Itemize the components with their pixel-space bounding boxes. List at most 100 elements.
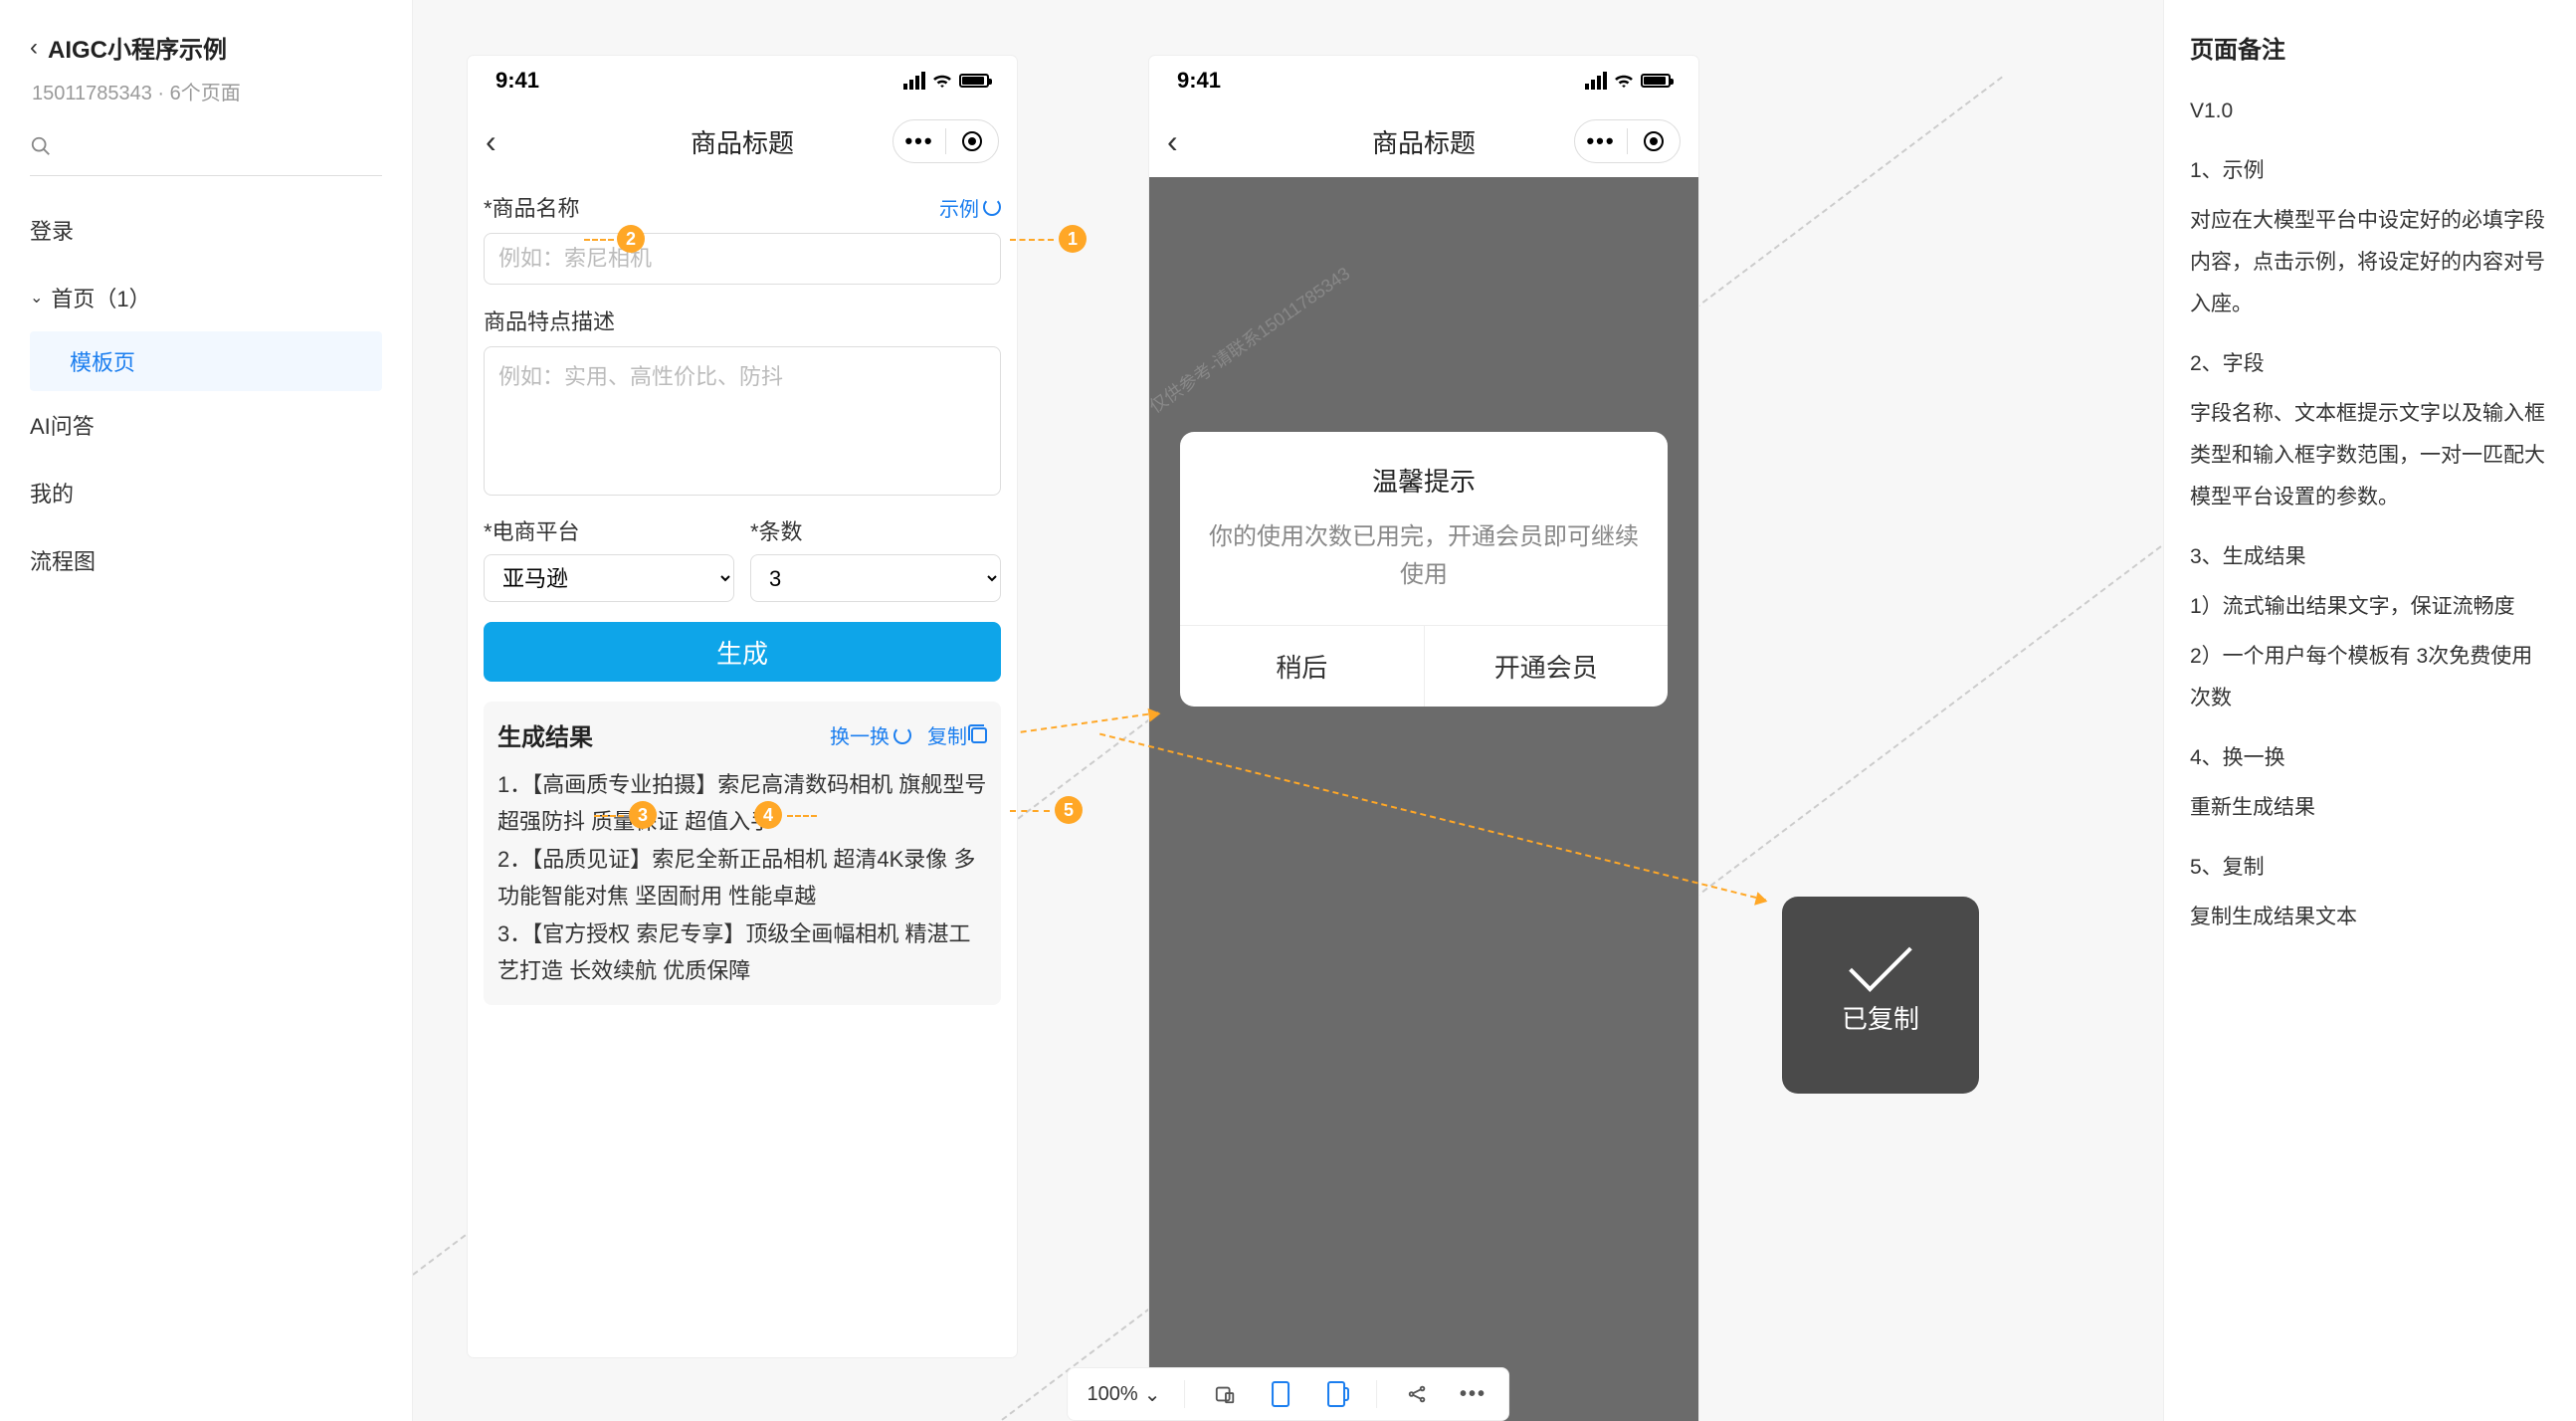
watermark: 仅供参考-请联系15011785343 xyxy=(1149,260,1354,418)
battery-icon xyxy=(959,74,989,88)
result-item: 3．【官方授权 索尼专享】顶级全画幅相机 精湛工艺打造 长效续航 优质保障 xyxy=(497,915,987,990)
status-bar: 9:41 xyxy=(1149,56,1698,105)
annotation-line xyxy=(1010,810,1050,812)
nav-flowchart[interactable]: 流程图 xyxy=(30,526,382,594)
nav-mine[interactable]: 我的 xyxy=(30,459,382,526)
example-link-text: 示例 xyxy=(939,193,979,222)
miniprogram-capsule[interactable]: ••• xyxy=(892,119,999,163)
chevron-down-icon: ⌄ xyxy=(1144,1382,1161,1407)
search-icon xyxy=(30,137,52,162)
copy-label: 复制 xyxy=(927,720,967,749)
notes-line: 复制生成结果文本 xyxy=(2190,897,2550,938)
phone2-dimmed-content: 仅供参考-请联系15011785343 温馨提示 你的使用次数已用完，开通会员即… xyxy=(1149,177,1698,1421)
annotation-line xyxy=(594,815,624,817)
left-panel: ‹ AIGC小程序示例 15011785343 · 6个页面 登录 ⌄ 首页（1… xyxy=(0,0,413,1421)
project-subtitle: 15011785343 · 6个页面 xyxy=(30,77,382,105)
titlebar: ‹ 商品标题 ••• xyxy=(468,105,1017,177)
annotation-marker-5: 5 xyxy=(1055,796,1083,824)
result-card: 生成结果 换一换 复制 1． xyxy=(484,702,1001,1005)
notes-line: 1）流式输出结果文字，保证流畅度 xyxy=(2190,586,2550,628)
wifi-icon xyxy=(1613,68,1635,94)
toolbar-divider xyxy=(1376,1380,1377,1408)
more-icon[interactable]: ••• xyxy=(893,120,945,162)
canvas-area[interactable]: 9:41 ‹ 商品标题 ••• *商品名称 xyxy=(413,0,2163,1421)
nav-template[interactable]: 模板页 xyxy=(30,331,382,391)
battery-icon xyxy=(1641,74,1671,88)
product-name-input[interactable] xyxy=(484,233,1001,285)
field-label-count: *条数 xyxy=(750,514,1001,546)
right-panel: 页面备注 V1.0 1、示例 对应在大模型平台中设定好的必填字段内容，点击示例，… xyxy=(2163,0,2576,1421)
dialog-later-button[interactable]: 稍后 xyxy=(1180,626,1425,707)
notes-line: 重新生成结果 xyxy=(2190,787,2550,829)
notes-line: V1.0 xyxy=(2190,91,2550,132)
annotation-marker-2: 2 xyxy=(617,225,645,253)
nav-login[interactable]: 登录 xyxy=(30,196,382,264)
result-title: 生成结果 xyxy=(497,717,593,752)
close-icon[interactable] xyxy=(946,120,998,162)
status-bar: 9:41 xyxy=(468,56,1017,105)
result-body: 1．【高画质专业拍摄】索尼高清数码相机 旗舰型号 超强防抖 质量保证 超值入手 … xyxy=(497,766,987,989)
toast-copied: 已复制 xyxy=(1782,897,1979,1094)
annotation-line xyxy=(787,815,817,817)
nav-home-label: 首页（1） xyxy=(51,282,150,313)
annotation-arrow xyxy=(1021,711,1159,732)
notes-line: 1、示例 xyxy=(2190,150,2550,192)
check-icon xyxy=(1849,928,1912,992)
notes-line: 字段名称、文本框提示文字以及输入框类型和输入框字数范围，一对一匹配大模型平台设置… xyxy=(2190,393,2550,518)
status-time: 9:41 xyxy=(495,68,539,94)
refresh-button[interactable]: 换一换 xyxy=(830,720,911,749)
zoom-label: 100% xyxy=(1088,1383,1138,1406)
notes-line: 4、换一换 xyxy=(2190,737,2550,779)
annotation-line xyxy=(1010,239,1054,241)
wifi-icon xyxy=(931,68,953,94)
platform-select[interactable]: 亚马逊 xyxy=(484,554,734,602)
more-icon[interactable]: ••• xyxy=(1575,120,1627,162)
result-item: 1．【高画质专业拍摄】索尼高清数码相机 旗舰型号 超强防抖 质量保证 超值入手 xyxy=(497,766,987,841)
notes-line: 2）一个用户每个模板有 3次免费使用次数 xyxy=(2190,636,2550,719)
annotation-marker-4: 4 xyxy=(754,801,782,829)
notes-body: V1.0 1、示例 对应在大模型平台中设定好的必填字段内容，点击示例，将设定好的… xyxy=(2190,91,2550,938)
refresh-icon xyxy=(893,726,911,744)
annotation-line xyxy=(584,239,614,241)
close-icon[interactable] xyxy=(1628,120,1680,162)
dialog-open-vip-button[interactable]: 开通会员 xyxy=(1425,626,1669,707)
signal-icon xyxy=(1585,72,1607,90)
generate-button[interactable]: 生成 xyxy=(484,622,1001,682)
nav-home-group[interactable]: ⌄ 首页（1） xyxy=(30,264,382,331)
notes-line: 对应在大模型平台中设定好的必填字段内容，点击示例，将设定好的内容对号入座。 xyxy=(2190,200,2550,325)
field-label-name: *商品名称 xyxy=(484,191,580,223)
miniprogram-capsule[interactable]: ••• xyxy=(1574,119,1681,163)
more-icon[interactable]: ••• xyxy=(1457,1378,1488,1410)
device-phone-icon[interactable] xyxy=(1265,1378,1296,1410)
titlebar: ‹ 商品标题 ••• xyxy=(1149,105,1698,177)
dialog: 温馨提示 你的使用次数已用完，开通会员即可继续使用 稍后 开通会员 xyxy=(1180,432,1668,707)
chevron-down-icon: ⌄ xyxy=(30,288,43,307)
status-time: 9:41 xyxy=(1177,68,1221,94)
phone-mockup-1: 9:41 ‹ 商品标题 ••• *商品名称 xyxy=(468,56,1017,1357)
search-input[interactable] xyxy=(30,135,382,176)
zoom-level[interactable]: 100% ⌄ xyxy=(1088,1382,1161,1407)
field-label-platform: *电商平台 xyxy=(484,514,734,546)
toolbar-divider xyxy=(1184,1380,1185,1408)
notes-line: 3、生成结果 xyxy=(2190,536,2550,578)
refresh-icon xyxy=(983,198,1001,216)
project-title: AIGC小程序示例 xyxy=(48,30,227,65)
nav-ai-qa[interactable]: AI问答 xyxy=(30,391,382,459)
product-desc-textarea[interactable] xyxy=(484,346,1001,496)
notes-line: 2、字段 xyxy=(2190,343,2550,385)
device-phone-wide-icon[interactable] xyxy=(1320,1378,1352,1410)
share-icon[interactable] xyxy=(1401,1378,1433,1410)
count-select[interactable]: 3 xyxy=(750,554,1001,602)
toast-text: 已复制 xyxy=(1842,999,1919,1036)
bottom-toolbar: 100% ⌄ ••• xyxy=(1067,1367,1510,1421)
dialog-message: 你的使用次数已用完，开通会员即可继续使用 xyxy=(1180,518,1668,625)
device-responsive-icon[interactable] xyxy=(1209,1378,1241,1410)
annotation-marker-1: 1 xyxy=(1059,225,1087,253)
refresh-label: 换一换 xyxy=(830,720,890,749)
example-link[interactable]: 示例 xyxy=(939,193,1001,222)
copy-button[interactable]: 复制 xyxy=(927,720,987,749)
notes-line: 5、复制 xyxy=(2190,847,2550,889)
annotation-marker-3: 3 xyxy=(629,801,657,829)
back-icon[interactable]: ‹ xyxy=(30,34,38,62)
phone-mockup-2: 9:41 ‹ 商品标题 ••• 仅供参考-请联系15011785343 xyxy=(1149,56,1698,1421)
